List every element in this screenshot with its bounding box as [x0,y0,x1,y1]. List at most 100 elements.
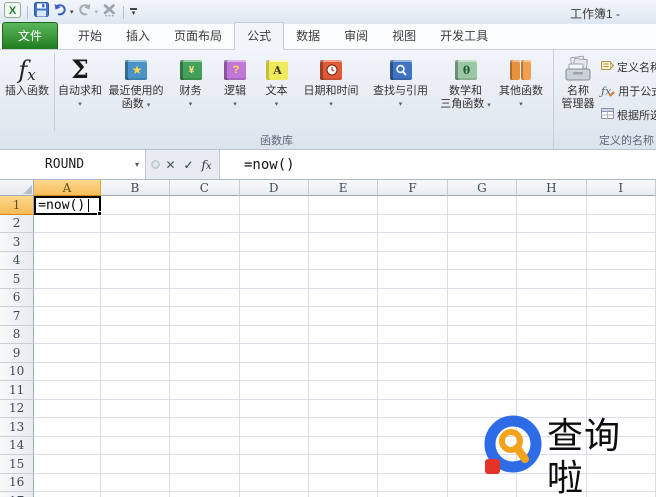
row-header-14[interactable]: 14 [0,436,35,455]
cell-C11[interactable] [170,381,240,400]
cell-F7[interactable] [378,307,448,326]
cell-D16[interactable] [239,473,309,492]
cell-A9[interactable] [34,344,101,363]
cell-C13[interactable] [170,418,240,437]
cell-D9[interactable] [239,344,309,363]
define-name-button[interactable]: 定义名称 [601,59,656,75]
cell-B10[interactable] [100,362,171,381]
cell-A11[interactable] [34,381,101,400]
column-header-F[interactable]: F [378,180,448,196]
cell-A4[interactable] [34,251,101,270]
cell-E10[interactable] [308,362,379,381]
cell-E9[interactable] [308,344,379,363]
cell-E7[interactable] [308,307,379,326]
cell-A3[interactable] [34,233,101,252]
cell-C16[interactable] [170,473,240,492]
create-from-selection-button[interactable]: 根据所选内容 [601,107,656,123]
cell-B4[interactable] [100,251,171,270]
tab-home[interactable]: 开始 [66,23,114,49]
cancel-button[interactable]: ✕ [163,158,178,172]
cell-D17[interactable] [240,492,309,497]
cell-A17[interactable] [34,492,101,497]
cell-F11[interactable] [378,381,448,400]
use-in-formula-button[interactable]: ƒx 用于公式 [601,83,656,99]
insert-function-fx-button[interactable]: fx [199,158,214,172]
cell-E17[interactable] [309,492,379,497]
cell-B17[interactable] [101,492,171,497]
row-header-15[interactable]: 15 [0,455,35,474]
cell-I6[interactable] [586,288,656,307]
tab-view[interactable]: 视图 [380,23,428,49]
cell-A2[interactable] [34,214,101,233]
name-manager-button[interactable]: 名称 管理器 [555,50,601,132]
cell-A5[interactable] [34,270,101,289]
row-header-10[interactable]: 10 [0,362,35,381]
cell-C5[interactable] [170,270,240,289]
cell-F12[interactable] [378,399,448,418]
cell-B12[interactable] [100,399,171,418]
cell-B15[interactable] [100,455,171,474]
cell-A15[interactable] [34,455,101,474]
cell-F5[interactable] [378,270,448,289]
redo-dropdown-icon[interactable]: ▾ [95,8,99,16]
cell-C6[interactable] [170,288,240,307]
autosum-button[interactable]: Σ 自动求和 ▾ [55,50,105,132]
cell-H4[interactable] [517,251,587,270]
row-header-17[interactable]: 17 [0,492,35,497]
column-header-C[interactable]: C [170,180,240,196]
cell-A6[interactable] [34,288,101,307]
enter-button[interactable]: ✓ [181,158,196,172]
cell-C14[interactable] [170,436,240,455]
column-header-A[interactable]: A [34,180,101,196]
cell-F2[interactable] [378,214,448,233]
save-button[interactable] [34,2,49,22]
cell-B9[interactable] [100,344,171,363]
qat-more-button[interactable]: ▾ [130,8,138,17]
customize-tools-icon[interactable] [102,3,117,22]
tab-data[interactable]: 数据 [284,23,332,49]
cell-C2[interactable] [170,214,240,233]
cell-H7[interactable] [517,307,587,326]
cell-C7[interactable] [170,307,240,326]
cell-E6[interactable] [308,288,379,307]
row-header-16[interactable]: 16 [0,473,35,492]
cell-C8[interactable] [170,325,240,344]
tab-insert[interactable]: 插入 [114,23,162,49]
cell-A14[interactable] [34,436,101,455]
cell-B1[interactable] [100,196,171,215]
row-header-2[interactable]: 2 [0,214,35,233]
cell-B7[interactable] [100,307,171,326]
row-header-1[interactable]: 1 [0,196,35,215]
column-header-G[interactable]: G [447,180,518,196]
cell-E11[interactable] [308,381,379,400]
cell-C3[interactable] [170,233,240,252]
row-header-5[interactable]: 5 [0,270,35,289]
cell-E8[interactable] [308,325,379,344]
cell-E15[interactable] [308,455,379,474]
tab-page-layout[interactable]: 页面布局 [162,23,234,49]
column-header-I[interactable]: I [586,180,656,196]
cell-F16[interactable] [378,473,448,492]
cell-F10[interactable] [378,362,448,381]
cell-G2[interactable] [447,214,518,233]
column-header-D[interactable]: D [239,180,309,196]
cell-B6[interactable] [100,288,171,307]
cell-I10[interactable] [586,362,656,381]
cell-D6[interactable] [239,288,309,307]
cell-I11[interactable] [586,381,656,400]
cell-G9[interactable] [447,344,518,363]
cell-F15[interactable] [378,455,448,474]
select-all-corner[interactable] [0,180,35,196]
row-header-11[interactable]: 11 [0,381,35,400]
cell-C1[interactable] [170,196,240,215]
insert-function-button[interactable]: fx 插入函数 [0,50,54,132]
cell-D2[interactable] [239,214,309,233]
cell-D13[interactable] [239,418,309,437]
recently-used-button[interactable]: ★ 最近使用的 函数 ▾ [105,50,167,132]
cell-H2[interactable] [517,214,587,233]
cell-E3[interactable] [308,233,379,252]
math-trig-button[interactable]: θ 数学和 三角函数 ▾ [436,50,495,132]
cell-A7[interactable] [34,307,101,326]
row-header-6[interactable]: 6 [0,288,35,307]
cell-E1[interactable] [309,196,379,215]
